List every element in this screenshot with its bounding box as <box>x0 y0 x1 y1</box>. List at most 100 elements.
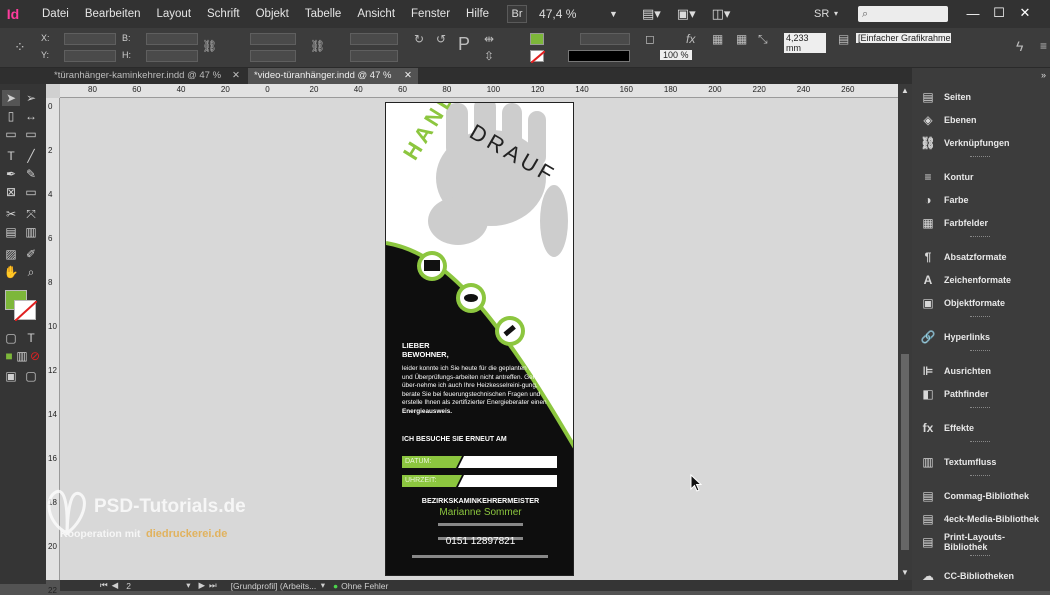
rectangle-tool-icon[interactable]: ▭ <box>22 184 40 200</box>
quick-apply-icon[interactable]: ϟ <box>1016 39 1023 53</box>
menu-fenster[interactable]: Fenster <box>403 0 458 28</box>
rotation-field[interactable] <box>350 33 398 45</box>
tab-tueranhaenger-kaminkehrer[interactable]: *türanhänger-kaminkehrer.indd @ 47 % ✕ <box>48 68 246 84</box>
profile-dropdown-icon[interactable]: ▾ <box>321 580 325 591</box>
help-search-input[interactable]: ⌕ <box>858 6 948 22</box>
panel-group-divider[interactable] <box>970 555 990 557</box>
constrain-proportions-icon[interactable]: ⛓ <box>202 40 217 52</box>
vertical-scrollbar[interactable]: ▲ ▼ <box>898 84 912 580</box>
pencil-tool-icon[interactable]: ✎ <box>22 166 40 182</box>
control-panel-menu-icon[interactable]: ≡ <box>1040 40 1047 52</box>
panel-group-divider[interactable] <box>970 350 990 352</box>
stroke-weight-value[interactable]: 4,233 mm <box>784 33 826 53</box>
menu-bearbeiten[interactable]: Bearbeiten <box>77 0 149 28</box>
gradient-swatch-tool-icon[interactable]: ▤ <box>2 224 20 240</box>
content-placer-icon[interactable]: ▭ <box>22 126 40 142</box>
selection-tool-icon[interactable]: ➤ <box>2 90 20 106</box>
zoom-tool-icon[interactable]: ⌕ <box>22 264 40 280</box>
free-transform-tool-icon[interactable]: ⤧ <box>22 206 40 222</box>
panel-verknüpfungen[interactable]: ⛓ Verknüpfungen <box>920 132 1048 154</box>
page-number[interactable]: 2 <box>126 581 186 591</box>
door-hanger-page[interactable]: HAND DRAUF LIEBER BEWOHNER, leider konnt… <box>385 102 574 576</box>
menu-hilfe[interactable]: Hilfe <box>458 0 497 28</box>
panel-farbe[interactable]: ◑ Farbe <box>920 189 1048 211</box>
note-tool-icon[interactable]: ▨ <box>2 246 20 262</box>
shear-field[interactable] <box>350 50 398 62</box>
workspace-switcher[interactable]: SR <box>814 8 829 20</box>
scale-percent[interactable]: 100 % <box>660 50 692 60</box>
minimize-button[interactable]: — <box>960 4 986 22</box>
panel-kontur[interactable]: ≡ Kontur <box>920 166 1048 188</box>
menu-ansicht[interactable]: Ansicht <box>349 0 403 28</box>
fit-frame-icon[interactable]: ⤡ <box>758 33 768 45</box>
scroll-thumb[interactable] <box>901 354 909 550</box>
panel-hyperlinks[interactable]: 🔗 Hyperlinks <box>920 326 1048 348</box>
arrange-documents-icon[interactable]: ◫▾ <box>712 6 731 22</box>
pen-tool-icon[interactable]: ✒ <box>2 166 20 182</box>
formatting-container-icon[interactable]: ▢ <box>2 330 20 346</box>
panel-effekte[interactable]: fx Effekte <box>920 417 1048 439</box>
panel-zeichenformate[interactable]: A Zeichenformate <box>920 269 1048 291</box>
line-tool-icon[interactable]: ╱ <box>22 148 40 164</box>
object-style-select[interactable]: [Einfacher Grafikrahmen]+ <box>856 33 951 43</box>
maximize-button[interactable]: ☐ <box>986 4 1012 22</box>
rectangle-frame-tool-icon[interactable]: ⊠ <box>2 184 20 200</box>
screen-mode-icon[interactable]: ▣▾ <box>677 6 696 22</box>
direct-selection-tool-icon[interactable]: ➢ <box>22 90 40 106</box>
zoom-dropdown-icon[interactable]: ▼ <box>609 9 618 19</box>
panel-group-divider[interactable] <box>970 236 990 238</box>
menu-layout[interactable]: Layout <box>148 0 199 28</box>
tab-video-tueranhaenger[interactable]: *video-türanhänger.indd @ 47 % ✕ <box>248 68 418 84</box>
flip-vertical-icon[interactable]: ⇳ <box>484 50 494 62</box>
prev-page-icon[interactable]: ◀ <box>112 580 119 591</box>
collapse-panels-icon[interactable]: » <box>1041 70 1046 80</box>
next-page-icon[interactable]: ▶ <box>198 580 205 591</box>
align-top-icon[interactable]: ▦ <box>712 33 723 45</box>
close-tab-icon[interactable]: ✕ <box>404 68 412 84</box>
panel-absatzformate[interactable]: ¶ Absatzformate <box>920 246 1048 268</box>
scissors-tool-icon[interactable]: ✂ <box>2 206 20 222</box>
panel-farbfelder[interactable]: ▦ Farbfelder <box>920 212 1048 234</box>
gap-tool-icon[interactable]: ↔ <box>22 108 40 124</box>
zoom-level[interactable]: 47,4 % <box>533 7 603 21</box>
stroke-swatch[interactable] <box>530 50 546 64</box>
horizontal-ruler[interactable]: 80 60 40 20 0 20 40 60 80 100 120 140 160 180 200 220 24… <box>60 84 898 98</box>
preview-mode-icon[interactable]: ▢ <box>22 368 40 384</box>
formatting-text-icon[interactable]: T <box>22 330 40 346</box>
panel-pathfinder[interactable]: ◧ Pathfinder <box>920 383 1048 405</box>
constrain-scale-icon[interactable]: ⛓ <box>310 40 325 52</box>
panel-commag-bibliothek[interactable]: ▤ Commag-Bibliothek <box>920 485 1048 507</box>
fill-swatch[interactable] <box>530 33 544 45</box>
panel-group-divider[interactable] <box>970 156 990 158</box>
width-field[interactable] <box>146 33 198 45</box>
last-page-icon[interactable]: ⏭ <box>209 580 217 591</box>
panel-4eck-media-bibliothek[interactable]: ▤ 4eck-Media-Bibliothek <box>920 508 1048 530</box>
first-page-icon[interactable]: ⏮ <box>100 580 108 591</box>
panel-group-divider[interactable] <box>970 475 990 477</box>
workspace-dropdown-icon[interactable]: ▾ <box>834 9 838 18</box>
hand-tool-icon[interactable]: ✋ <box>2 264 20 280</box>
align-center-icon[interactable]: ▦ <box>736 33 747 45</box>
panel-group-divider[interactable] <box>970 407 990 409</box>
ruler-origin[interactable] <box>46 84 60 98</box>
panel-seiten[interactable]: ▤ Seiten <box>920 86 1048 108</box>
close-button[interactable]: ✕ <box>1012 4 1038 22</box>
scale-y-field[interactable] <box>250 50 296 62</box>
view-options-icon[interactable]: ▤▾ <box>642 6 661 22</box>
type-tool-icon[interactable]: T <box>2 148 20 164</box>
panel-group-divider[interactable] <box>970 316 990 318</box>
panel-textumfluss[interactable]: ▥ Textumfluss <box>920 451 1048 473</box>
bridge-button[interactable]: Br <box>507 5 528 23</box>
height-field[interactable] <box>146 50 198 62</box>
menu-datei[interactable]: Datei <box>34 0 77 28</box>
menu-schrift[interactable]: Schrift <box>199 0 248 28</box>
panel-group-divider[interactable] <box>970 441 990 443</box>
rotate-cw-icon[interactable]: ↻ <box>414 33 424 45</box>
eyedropper-tool-icon[interactable]: ✐ <box>22 246 40 262</box>
reference-point-icon[interactable]: ⁘ <box>14 40 26 54</box>
scroll-up-icon[interactable]: ▲ <box>901 86 909 95</box>
panel-objektformate[interactable]: ▣ Objektformate <box>920 292 1048 314</box>
stroke-color-swatch[interactable] <box>14 300 38 322</box>
rotate-ccw-icon[interactable]: ↺ <box>436 33 446 45</box>
panel-cc-bibliotheken[interactable]: ☁ CC-Bibliotheken <box>920 565 1048 587</box>
